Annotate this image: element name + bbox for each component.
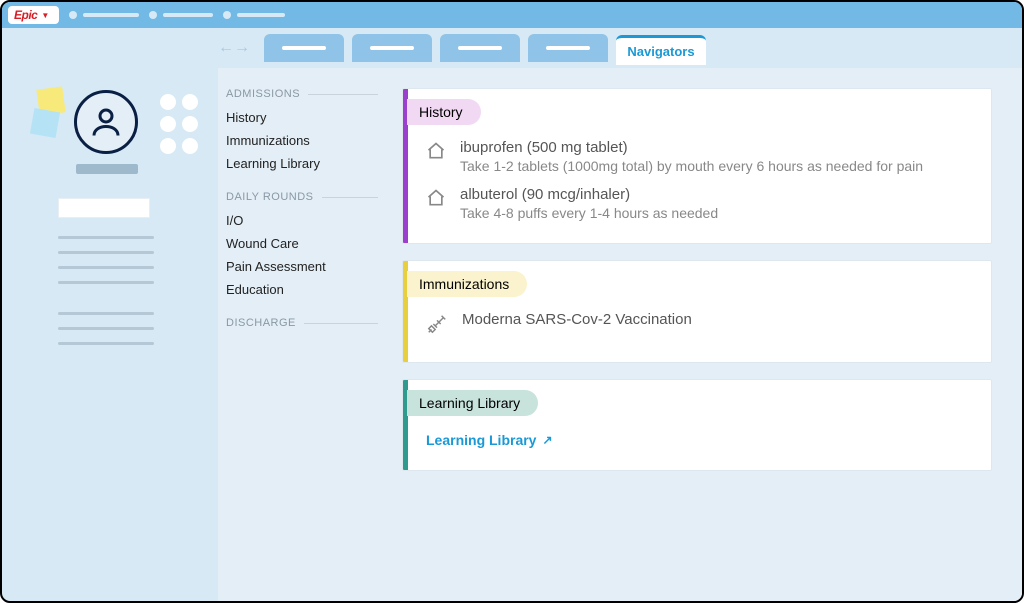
status-dot[interactable] bbox=[160, 94, 176, 110]
immunization-name: Moderna SARS-Cov-2 Vaccination bbox=[462, 311, 692, 328]
toolbar-placeholder-2[interactable] bbox=[149, 11, 213, 19]
nav-section-daily-rounds: DAILY ROUNDS I/O Wound Care Pain Assessm… bbox=[226, 191, 378, 301]
external-link-icon: ↗ bbox=[542, 433, 552, 447]
status-dot[interactable] bbox=[160, 116, 176, 132]
patient-sidebar bbox=[2, 68, 218, 601]
syringe-icon bbox=[426, 313, 448, 340]
home-icon bbox=[426, 188, 446, 213]
nav-section-header: DAILY ROUNDS bbox=[226, 191, 314, 203]
status-dot[interactable] bbox=[182, 138, 198, 154]
patient-info-placeholder bbox=[58, 236, 218, 284]
card-learning-library: Learning Library Learning Library ↗ bbox=[402, 379, 992, 471]
nav-section-discharge: DISCHARGE bbox=[226, 317, 378, 329]
toolbar-placeholder-1[interactable] bbox=[69, 11, 139, 19]
app-window: Epic ▼ ← → Navigators bbox=[0, 0, 1024, 603]
card-immunizations: Immunizations Moderna S bbox=[402, 260, 992, 363]
main-area: ADMISSIONS History Immunizations Learnin… bbox=[2, 68, 1022, 601]
nav-section-admissions: ADMISSIONS History Immunizations Learnin… bbox=[226, 88, 378, 175]
workspace-tab-placeholder[interactable] bbox=[440, 34, 520, 62]
workspace-tab-placeholder[interactable] bbox=[264, 34, 344, 62]
status-dot[interactable] bbox=[182, 116, 198, 132]
nav-item-learning-library[interactable]: Learning Library bbox=[226, 152, 378, 175]
medication-dose: Take 1-2 tablets (1000mg total) by mouth… bbox=[460, 158, 923, 174]
nav-item-education[interactable]: Education bbox=[226, 278, 378, 301]
card-title: Immunizations bbox=[407, 271, 527, 297]
tab-navigators[interactable]: Navigators bbox=[616, 35, 706, 65]
medication-row[interactable]: albuterol (90 mcg/inhaler) Take 4-8 puff… bbox=[426, 180, 973, 227]
toolbar-placeholder-3[interactable] bbox=[223, 11, 285, 19]
card-title: History bbox=[407, 99, 481, 125]
medication-row[interactable]: ibuprofen (500 mg tablet) Take 1-2 table… bbox=[426, 133, 973, 180]
patient-status-dots bbox=[160, 94, 198, 154]
patient-name-placeholder bbox=[76, 164, 138, 174]
nav-item-wound-care[interactable]: Wound Care bbox=[226, 232, 378, 255]
status-dot[interactable] bbox=[160, 138, 176, 154]
nav-arrows: ← → bbox=[218, 39, 250, 57]
card-title: Learning Library bbox=[407, 390, 538, 416]
nav-item-immunizations[interactable]: Immunizations bbox=[226, 129, 378, 152]
nav-section-header: ADMISSIONS bbox=[226, 88, 300, 100]
forward-arrow-icon[interactable]: → bbox=[234, 39, 250, 57]
medication-dose: Take 4-8 puffs every 1-4 hours as needed bbox=[460, 205, 718, 221]
patient-search-field[interactable] bbox=[58, 198, 150, 218]
nav-item-pain-assessment[interactable]: Pain Assessment bbox=[226, 255, 378, 278]
medication-name: ibuprofen (500 mg tablet) bbox=[460, 139, 923, 156]
epic-logo: Epic bbox=[14, 8, 37, 22]
navigator-pane: ADMISSIONS History Immunizations Learnin… bbox=[218, 68, 1022, 601]
nav-section-header: DISCHARGE bbox=[226, 317, 296, 329]
medication-name: albuterol (90 mcg/inhaler) bbox=[460, 186, 718, 203]
title-bar: Epic ▼ bbox=[2, 2, 1022, 28]
avatar[interactable] bbox=[74, 90, 138, 154]
status-dot[interactable] bbox=[182, 94, 198, 110]
nav-item-history[interactable]: History bbox=[226, 106, 378, 129]
card-history: History ibuprofen (500 mg tablet) Take 1… bbox=[402, 88, 992, 244]
epic-menu-button[interactable]: Epic ▼ bbox=[8, 6, 59, 24]
navigator-cards: History ibuprofen (500 mg tablet) Take 1… bbox=[402, 88, 992, 581]
person-icon bbox=[88, 104, 124, 140]
navigator-index: ADMISSIONS History Immunizations Learnin… bbox=[218, 88, 378, 581]
patient-info-placeholder bbox=[58, 312, 218, 345]
sticky-note-icon[interactable] bbox=[30, 108, 60, 138]
workspace-tab-placeholder[interactable] bbox=[528, 34, 608, 62]
chevron-down-icon: ▼ bbox=[41, 11, 49, 20]
home-icon bbox=[426, 141, 446, 166]
link-label: Learning Library bbox=[426, 432, 536, 448]
learning-library-link[interactable]: Learning Library ↗ bbox=[426, 432, 553, 448]
nav-item-io[interactable]: I/O bbox=[226, 209, 378, 232]
back-arrow-icon[interactable]: ← bbox=[218, 39, 234, 57]
workspace-tabs: ← → Navigators bbox=[2, 28, 1022, 68]
workspace-tab-placeholder[interactable] bbox=[352, 34, 432, 62]
immunization-row[interactable]: Moderna SARS-Cov-2 Vaccination bbox=[426, 305, 973, 346]
